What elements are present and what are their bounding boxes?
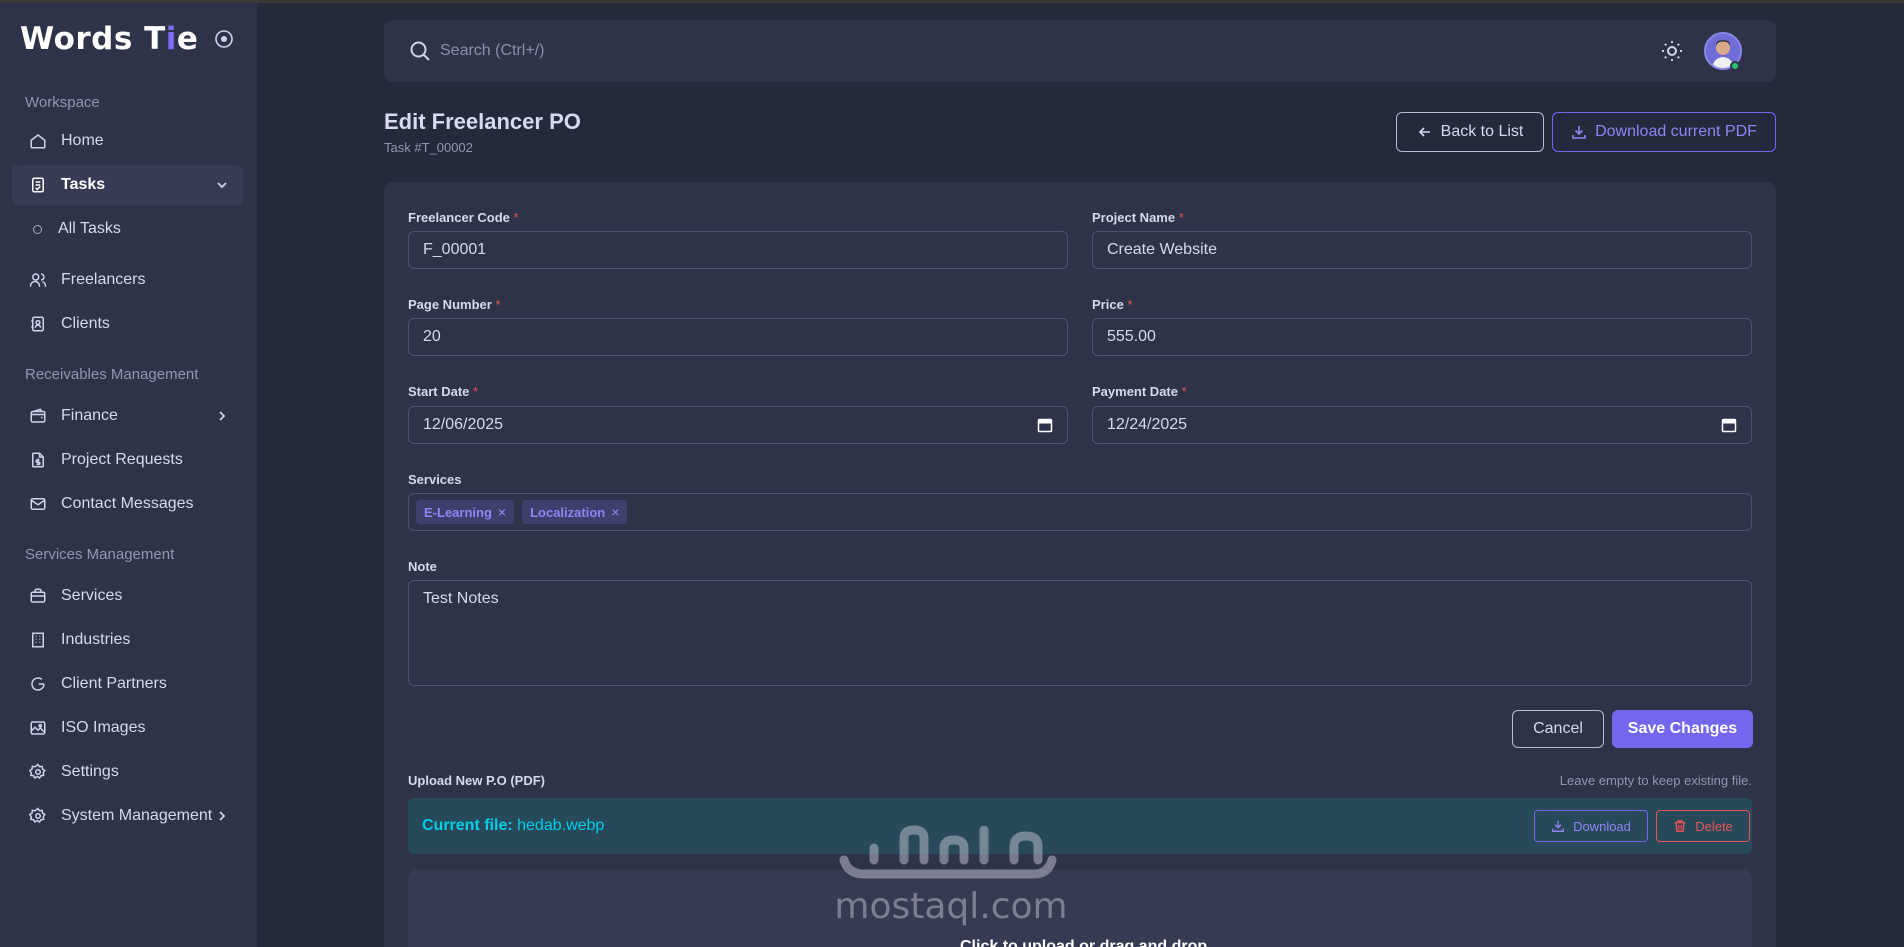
file-dollar-icon xyxy=(28,450,48,470)
payment-date-label: Payment Date * xyxy=(1092,384,1187,399)
nav-section-receivables: Receivables Management xyxy=(25,366,199,383)
upload-po-label: Upload New P.O (PDF) xyxy=(408,773,545,788)
dropzone-text: Click to upload or drag and drop xyxy=(960,938,1208,947)
watermark-logo xyxy=(839,825,1057,879)
current-file-banner: Current file: hedab.webp Download Delete xyxy=(408,798,1752,854)
gear-icon xyxy=(28,762,48,782)
current-file-name: hedab.webp xyxy=(517,817,605,834)
search-icon[interactable] xyxy=(408,39,432,63)
price-label: Price * xyxy=(1092,297,1133,312)
chevron-right-icon xyxy=(219,811,226,821)
sidebar-item-contact-messages[interactable]: Contact Messages xyxy=(12,484,243,524)
payment-date-field[interactable]: 12/24/2025 xyxy=(1092,406,1752,444)
theme-toggle-sun-icon[interactable] xyxy=(1660,39,1684,63)
brand-name: Words Tie xyxy=(20,21,199,57)
sidebar-item-all-tasks[interactable]: All Tasks xyxy=(12,209,243,249)
current-file-text: Current file: hedab.webp xyxy=(422,817,605,834)
project-name-field[interactable]: Create Website xyxy=(1092,231,1752,269)
gear-icon xyxy=(28,806,48,826)
sidebar-item-iso-images[interactable]: ISO Images xyxy=(12,708,243,748)
back-to-list-button[interactable]: Back to List xyxy=(1396,112,1544,152)
sidebar-item-client-partners[interactable]: Client Partners xyxy=(12,664,243,704)
briefcase-icon xyxy=(28,586,48,606)
download-icon xyxy=(1572,126,1586,139)
brand-logo[interactable]: Words Tie xyxy=(20,21,198,57)
service-chip: Localization × xyxy=(522,500,628,524)
delete-file-button[interactable]: Delete xyxy=(1656,810,1750,842)
page-subtitle: Task #T_00002 xyxy=(384,140,473,155)
download-icon xyxy=(1552,820,1565,832)
note-label: Note xyxy=(408,559,437,574)
download-file-button[interactable]: Download xyxy=(1534,810,1648,842)
trash-icon xyxy=(1674,820,1686,832)
sidebar: Words Tie Workspace Home Tasks All Tasks… xyxy=(0,3,257,947)
nav-section-workspace: Workspace xyxy=(25,94,100,111)
chevron-right-icon xyxy=(219,411,226,421)
sidebar-item-finance[interactable]: Finance xyxy=(12,396,243,436)
sidebar-item-system-management[interactable]: System Management xyxy=(12,796,243,836)
page-number-label: Page Number * xyxy=(408,297,501,312)
start-date-field[interactable]: 12/06/2025 xyxy=(408,406,1068,444)
freelancer-code-label: Freelancer Code * xyxy=(408,210,519,225)
freelancer-code-field[interactable]: F_00001 xyxy=(408,231,1068,269)
building-icon xyxy=(28,630,48,650)
sidebar-item-home[interactable]: Home xyxy=(12,121,243,161)
file-dropzone[interactable]: Click to upload or drag and drop xyxy=(408,870,1752,947)
sidebar-item-industries[interactable]: Industries xyxy=(12,620,243,660)
window-top-border xyxy=(0,0,1904,3)
page-title: Edit Freelancer PO xyxy=(384,109,581,134)
arrow-left-icon xyxy=(1418,127,1430,137)
image-icon xyxy=(28,718,48,738)
sidebar-item-tasks[interactable]: Tasks xyxy=(12,165,243,205)
partner-icon xyxy=(28,674,48,694)
tasks-icon xyxy=(28,175,48,195)
mail-icon xyxy=(28,494,48,514)
users-icon xyxy=(28,270,48,290)
mostaql-watermark: mostaql.com xyxy=(834,820,1068,930)
project-name-label: Project Name * xyxy=(1092,210,1184,225)
sidebar-toggle-icon[interactable] xyxy=(214,29,234,49)
home-icon xyxy=(28,131,48,151)
calendar-icon[interactable] xyxy=(1721,417,1737,433)
service-chip: E-Learning × xyxy=(416,500,515,524)
sidebar-item-settings[interactable]: Settings xyxy=(12,752,243,792)
start-date-label: Start Date * xyxy=(408,384,479,399)
sidebar-item-services[interactable]: Services xyxy=(12,576,243,616)
services-label: Services xyxy=(408,472,462,487)
top-navbar xyxy=(384,20,1776,82)
chip-remove-icon[interactable]: × xyxy=(611,504,619,520)
online-status-dot xyxy=(1730,61,1740,71)
cancel-button[interactable]: Cancel xyxy=(1512,710,1604,748)
save-changes-button[interactable]: Save Changes xyxy=(1612,710,1753,748)
search-input[interactable] xyxy=(440,38,1040,64)
nav-section-services: Services Management xyxy=(25,546,175,563)
note-textarea[interactable]: Test Notes xyxy=(408,580,1752,686)
download-current-pdf-button[interactable]: Download current PDF xyxy=(1552,112,1776,152)
calendar-icon[interactable] xyxy=(1037,417,1053,433)
chip-remove-icon[interactable]: × xyxy=(498,504,506,520)
sidebar-item-freelancers[interactable]: Freelancers xyxy=(12,260,243,300)
upload-hint: Leave empty to keep existing file. xyxy=(1559,773,1752,788)
contacts-icon xyxy=(28,314,48,334)
sidebar-item-project-requests[interactable]: Project Requests xyxy=(12,440,243,480)
wallet-icon xyxy=(28,406,48,426)
watermark-text: mostaql.com xyxy=(834,886,1068,927)
price-field[interactable]: 555.00 xyxy=(1092,318,1752,356)
sidebar-item-clients[interactable]: Clients xyxy=(12,304,243,344)
edit-po-form-card: Freelancer Code * F_00001 Project Name *… xyxy=(384,182,1776,947)
services-multiselect[interactable]: E-Learning × Localization × xyxy=(408,493,1752,531)
chevron-down-icon xyxy=(217,182,227,189)
circle-icon xyxy=(33,224,42,234)
page-number-field[interactable]: 20 xyxy=(408,318,1068,356)
